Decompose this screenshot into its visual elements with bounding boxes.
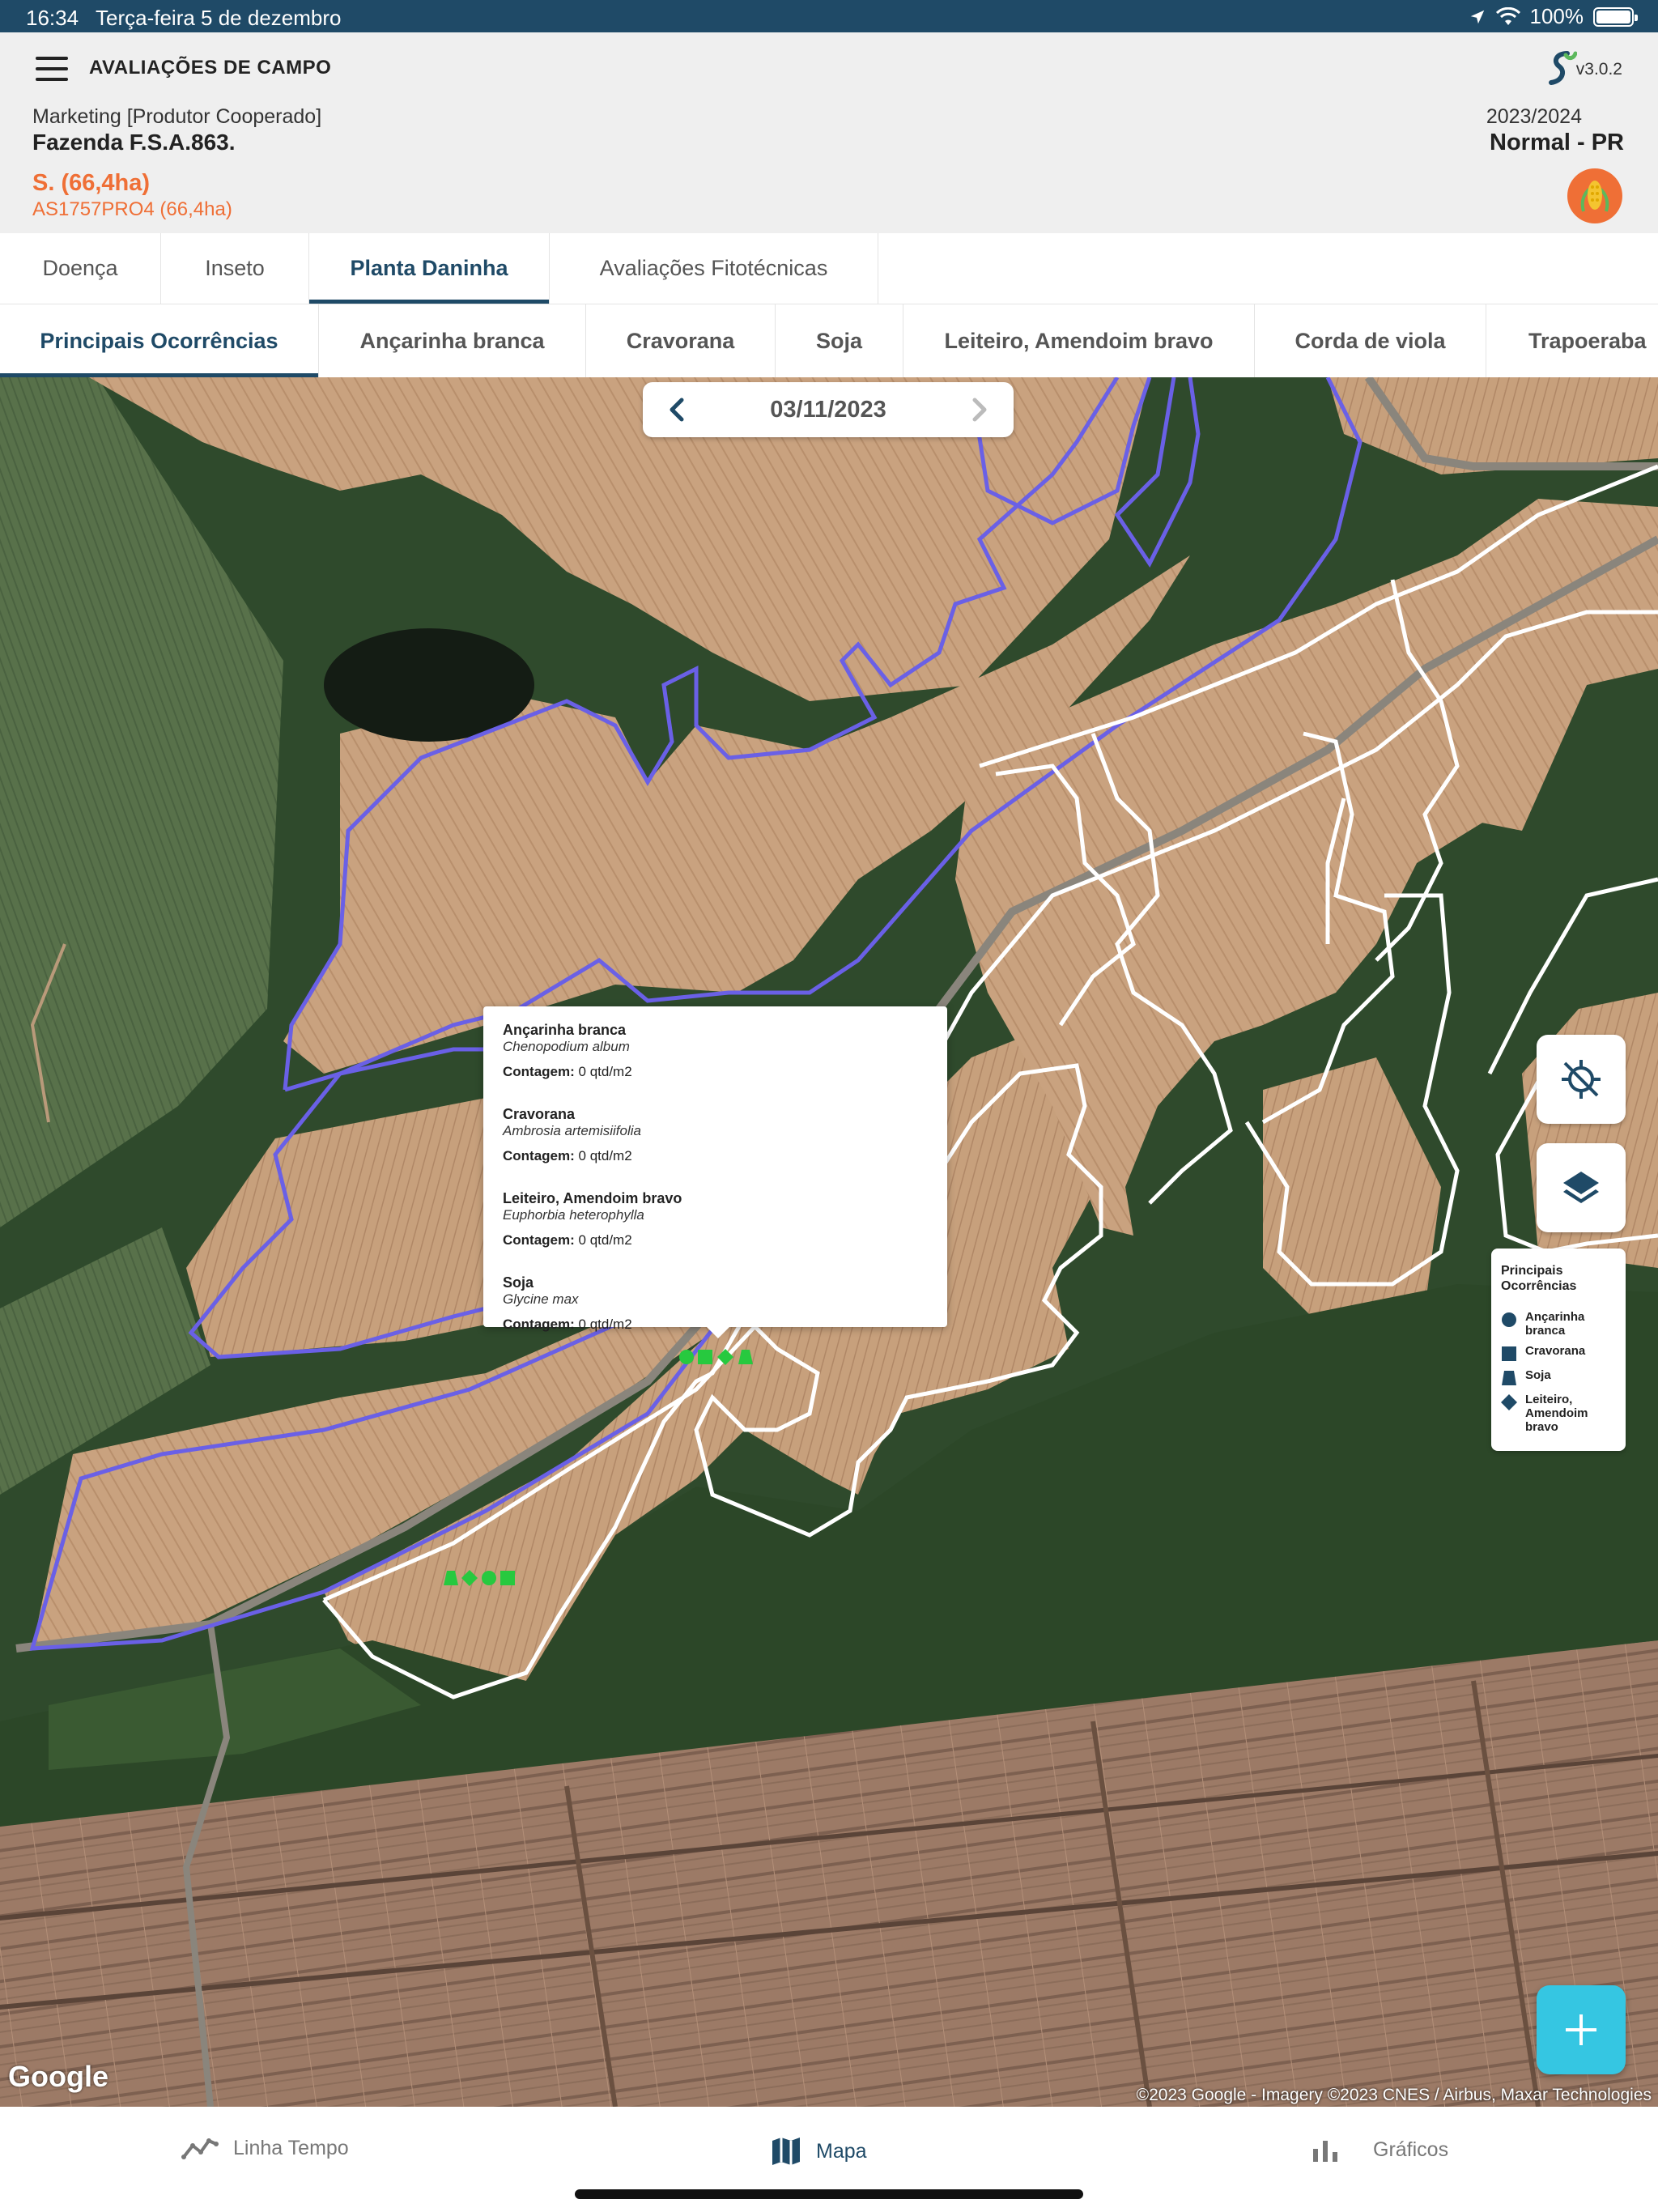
legend-label: Leiteiro, Amendoim bravo [1525, 1393, 1588, 1434]
tab-trapoeraba[interactable]: Trapoeraba [1486, 304, 1658, 377]
tab-inseto[interactable]: Inseto [161, 233, 309, 304]
status-right: 100% [1469, 4, 1638, 29]
secondary-tabs: Principais Ocorrências Ançarinha branca … [0, 304, 1658, 377]
bar-chart-icon [1313, 2141, 1337, 2162]
tab-principais-ocorrencias[interactable]: Principais Ocorrências [0, 304, 319, 377]
region: Normal - PR [1490, 130, 1624, 155]
app-logo-icon [1549, 51, 1577, 85]
location-arrow-icon [1470, 10, 1484, 23]
nav-label: Mapa [816, 2139, 867, 2163]
occurrence-popup: Ançarinha branca Chenopodium album Conta… [483, 1006, 947, 1338]
app-title: AVALIAÇÕES DE CAMPO [89, 57, 332, 79]
legend-item: Soja [1501, 1368, 1616, 1386]
tab-avaliacoes-fitotecnicas[interactable]: Avaliações Fitotécnicas [550, 233, 878, 304]
status-date: Terça-feira 5 de dezembro [96, 6, 342, 30]
season: 2023/2024 [1486, 105, 1582, 128]
app-header: AVALIAÇÕES DE CAMPO v3.0.2 Marketing [Pr… [0, 32, 1658, 233]
farm-name: Fazenda F.S.A.863. [32, 130, 236, 155]
circle-symbol-icon [1502, 1312, 1516, 1327]
chevron-right-icon[interactable] [963, 393, 996, 426]
popup-entry: Soja Glycine max Contagem: 0 qtd/m2 [503, 1274, 928, 1334]
legend-item: Cravorana [1501, 1344, 1616, 1362]
map-legend: Principais Ocorrências Ançarinha branca … [1491, 1249, 1626, 1451]
location-off-icon [1562, 1060, 1601, 1099]
tab-doenca[interactable]: Doença [0, 233, 161, 304]
diamond-symbol-icon [1501, 1394, 1517, 1410]
popup-entry: Cravorana Ambrosia artemisiifolia Contag… [503, 1105, 928, 1165]
legend-label: Cravorana [1525, 1344, 1586, 1358]
field-name[interactable]: S. (66,4ha) [32, 170, 150, 197]
user-role: Marketing [Produtor Cooperado] [32, 105, 322, 128]
selected-date: 03/11/2023 [770, 397, 886, 423]
map-icon [772, 2138, 800, 2165]
tab-leiteiro-amendoim-bravo[interactable]: Leiteiro, Amendoim bravo [903, 304, 1255, 377]
field-variety: AS1757PRO4 (66,4ha) [32, 198, 232, 220]
layers-icon [1563, 1172, 1599, 1203]
trapezoid-symbol-icon [1502, 1371, 1516, 1385]
wifi-icon [1495, 6, 1520, 25]
tab-ancarinha-branca[interactable]: Ançarinha branca [319, 304, 586, 377]
nav-label: Gráficos [1373, 2138, 1449, 2161]
battery-icon [1593, 6, 1638, 27]
popup-species-name: Leiteiro, Amendoim bravo [503, 1190, 682, 1206]
popup-entry: Ançarinha branca Chenopodium album Conta… [503, 1021, 928, 1081]
legend-item: Ançarinha branca [1501, 1310, 1616, 1338]
bottom-navigation: Linha Tempo Mapa Gráficos [0, 2107, 1658, 2212]
status-bar: 16:34 Terça-feira 5 de dezembro 100% [0, 0, 1658, 32]
popup-count: Contagem: 0 qtd/m2 [503, 1317, 632, 1332]
locate-button[interactable] [1537, 1035, 1626, 1124]
legend-item: Leiteiro, Amendoim bravo [1501, 1393, 1616, 1434]
popup-species-name: Soja [503, 1274, 534, 1291]
tab-planta-daninha[interactable]: Planta Daninha [309, 233, 550, 304]
popup-count: Contagem: 0 qtd/m2 [503, 1064, 632, 1079]
timeline-icon [181, 2138, 219, 2159]
battery-percent: 100% [1529, 4, 1584, 28]
popup-species-name: Cravorana [503, 1106, 576, 1122]
status-time: 16:34 [26, 6, 79, 30]
nav-label: Linha Tempo [233, 2136, 349, 2159]
nav-mapa[interactable]: Mapa [771, 2136, 867, 2167]
map-view[interactable]: 03/11/2023 Ançarinha branca Chenopodium … [0, 377, 1658, 2107]
popup-scientific-name: Euphorbia heterophylla [503, 1207, 644, 1223]
popup-count: Contagem: 0 qtd/m2 [503, 1232, 632, 1248]
tab-corda-de-viola[interactable]: Corda de viola [1255, 304, 1486, 377]
tab-soja[interactable]: Soja [776, 304, 903, 377]
popup-scientific-name: Glycine max [503, 1291, 579, 1307]
popup-scientific-name: Chenopodium album [503, 1039, 630, 1054]
layers-button[interactable] [1537, 1143, 1626, 1232]
legend-label: Soja [1525, 1368, 1551, 1382]
popup-scientific-name: Ambrosia artemisiifolia [503, 1123, 641, 1138]
date-navigator: 03/11/2023 [643, 382, 1014, 437]
tab-cravorana[interactable]: Cravorana [586, 304, 776, 377]
primary-tabs: Doença Inseto Planta Daninha Avaliações … [0, 233, 1658, 304]
app-version: v3.0.2 [1575, 60, 1622, 79]
legend-title: Principais Ocorrências [1501, 1264, 1577, 1293]
home-indicator[interactable] [575, 2189, 1083, 2199]
legend-label: Ançarinha branca [1525, 1310, 1585, 1338]
popup-count: Contagem: 0 qtd/m2 [503, 1148, 632, 1163]
corn-icon[interactable] [1567, 168, 1622, 223]
nav-graficos[interactable]: Gráficos [1312, 2136, 1448, 2163]
nav-linha-tempo[interactable]: Linha Tempo [181, 2136, 349, 2160]
square-symbol-icon [1502, 1346, 1516, 1361]
plus-icon [1566, 2014, 1596, 2045]
popup-species-name: Ançarinha branca [503, 1022, 627, 1038]
popup-entry: Leiteiro, Amendoim bravo Euphorbia heter… [503, 1189, 928, 1249]
add-button[interactable] [1537, 1985, 1626, 2074]
hamburger-menu-icon[interactable] [36, 57, 68, 81]
map-attribution[interactable]: ©2023 Google - Imagery ©2023 CNES / Airb… [1137, 2086, 1652, 2105]
google-logo: Google [8, 2060, 108, 2093]
